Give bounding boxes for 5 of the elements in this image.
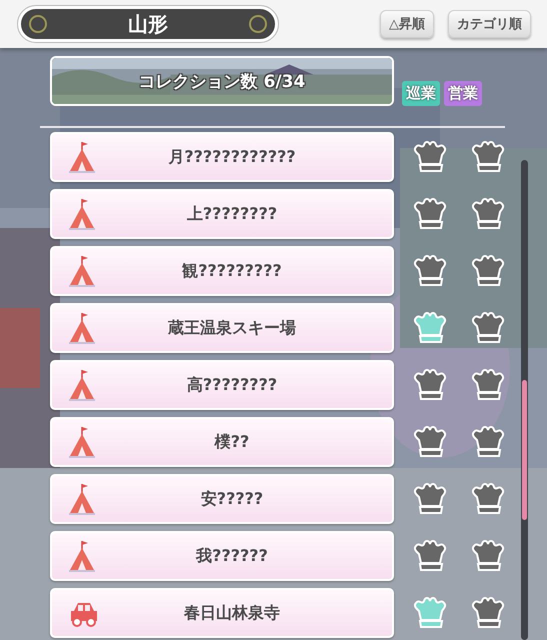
ring-icon [29,15,47,33]
sort-button[interactable]: カテゴリ順 [448,10,531,38]
sort-button[interactable]: △昇順 [380,10,434,38]
prefecture-title: 山形 [128,10,168,38]
ring-icon [249,15,267,33]
